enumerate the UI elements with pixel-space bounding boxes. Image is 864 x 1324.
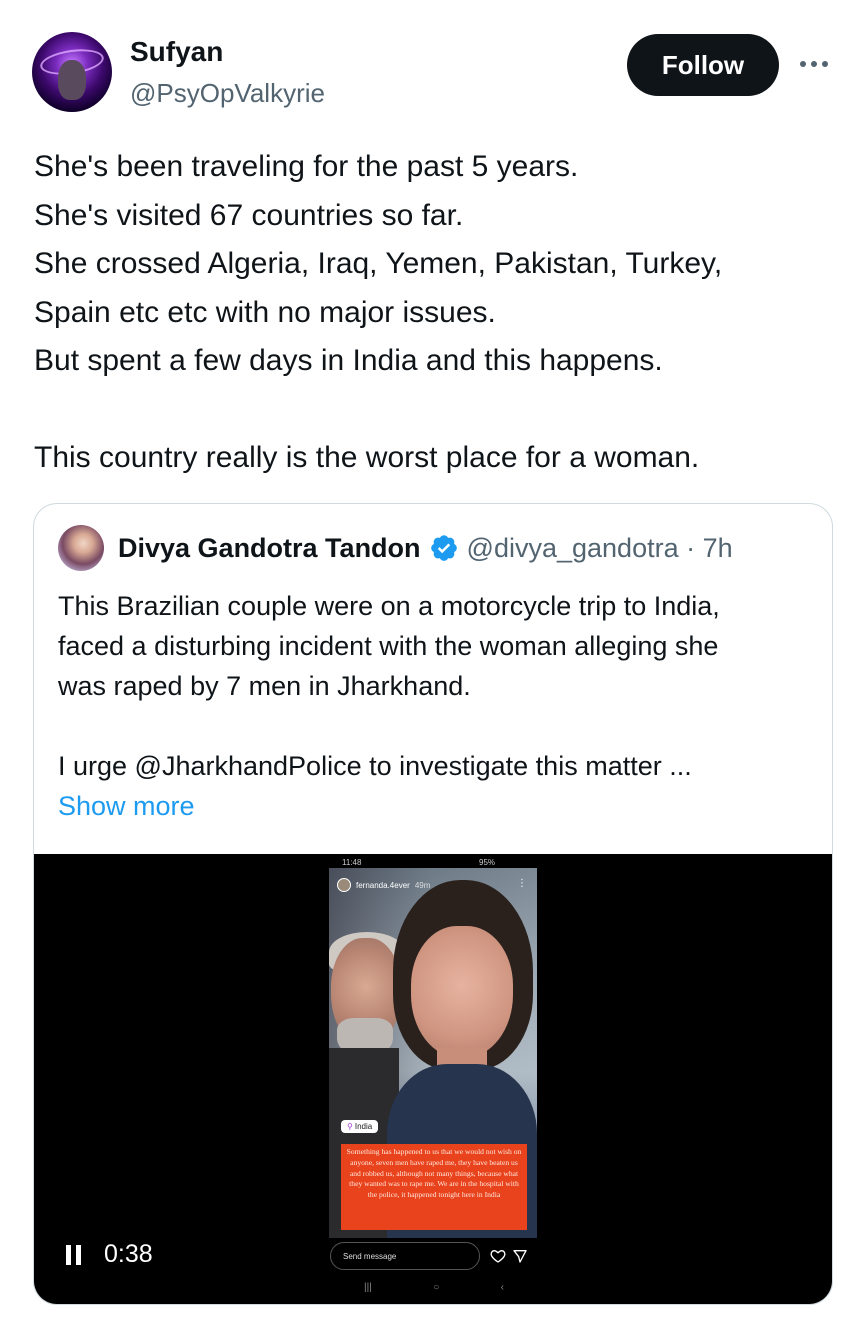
author-name[interactable]: Sufyan [130, 36, 223, 68]
video-timestamp: 0:38 [104, 1240, 153, 1268]
story-username: fernanda.4ever [356, 880, 410, 890]
tweet-line: But spent a few days in India and this h… [34, 344, 663, 377]
recents-icon: ||| [364, 1282, 372, 1293]
quoted-line: was raped by 7 men in Jharkhand. [58, 671, 471, 701]
show-more-link[interactable]: Show more [58, 786, 818, 826]
tweet-line: She crossed Algeria, Iraq, Yemen, Pakist… [34, 247, 723, 280]
phone-battery-status: 95% [479, 858, 496, 867]
woman-face [411, 926, 513, 1058]
story-avatar [337, 878, 351, 892]
heart-icon [490, 1249, 506, 1263]
story-user: fernanda.4ever 49m [337, 878, 430, 892]
location-sticker: ⚲ India [341, 1120, 379, 1133]
quoted-tweet-text: This Brazilian couple were on a motorcyc… [58, 586, 818, 826]
more-options-icon[interactable] [796, 54, 832, 74]
tweet-header: Sufyan @PsyOpValkyrie Follow [32, 32, 832, 116]
phone-status-time: 11:48 [342, 858, 362, 867]
back-icon: ‹ [500, 1282, 504, 1293]
quoted-line: This Brazilian couple were on a motorcyc… [58, 591, 720, 621]
quoted-line: faced a disturbing incident with the wom… [58, 631, 719, 661]
tweet-line: Spain etc etc with no major issues. [34, 295, 496, 329]
location-pin-icon: ⚲ [347, 1122, 353, 1131]
avatar-figure [58, 60, 86, 100]
tweet-line: She's visited 67 countries so far. [34, 198, 464, 232]
pause-icon[interactable] [66, 1242, 86, 1268]
author-handle[interactable]: @PsyOpValkyrie [130, 78, 325, 109]
quoted-tweet-header: Divya Gandotra Tandon @divya_gandotra · … [58, 525, 733, 571]
quoted-author-avatar[interactable] [58, 525, 104, 571]
story-caption: Something has happened to us that we wou… [341, 1144, 527, 1230]
send-icon [513, 1250, 527, 1263]
tweet-line: This country really is the worst place f… [34, 440, 700, 474]
tweet-text: She's been traveling for the past 5 year… [34, 143, 834, 482]
instagram-story-frame: fernanda.4ever 49m ⋮ ⚲ India Something h… [329, 868, 537, 1238]
home-icon: ○ [433, 1282, 440, 1293]
video-player[interactable]: 11:48 95% fernanda.4ever 49m ⋮ ⚲ India S… [34, 854, 832, 1304]
follow-button[interactable]: Follow [627, 34, 779, 96]
verified-badge-icon [430, 535, 457, 561]
story-menu-icon: ⋮ [517, 878, 527, 889]
quoted-line: I urge @JharkhandPolice to investigate t… [58, 751, 692, 781]
tweet-line: She's been traveling for the past 5 year… [34, 150, 579, 183]
send-message-field: Send message [330, 1242, 480, 1270]
location-name: India [354, 1122, 373, 1131]
story-age: 49m [414, 880, 431, 890]
quoted-tweet[interactable]: Divya Gandotra Tandon @divya_gandotra · … [33, 503, 833, 1305]
author-avatar[interactable] [32, 32, 112, 112]
quoted-author-name[interactable]: Divya Gandotra Tandon [118, 533, 421, 564]
quoted-author-handle-time[interactable]: @divya_gandotra · 7h [467, 533, 733, 564]
phone-nav-bar: ||| ○ ‹ [364, 1282, 504, 1298]
